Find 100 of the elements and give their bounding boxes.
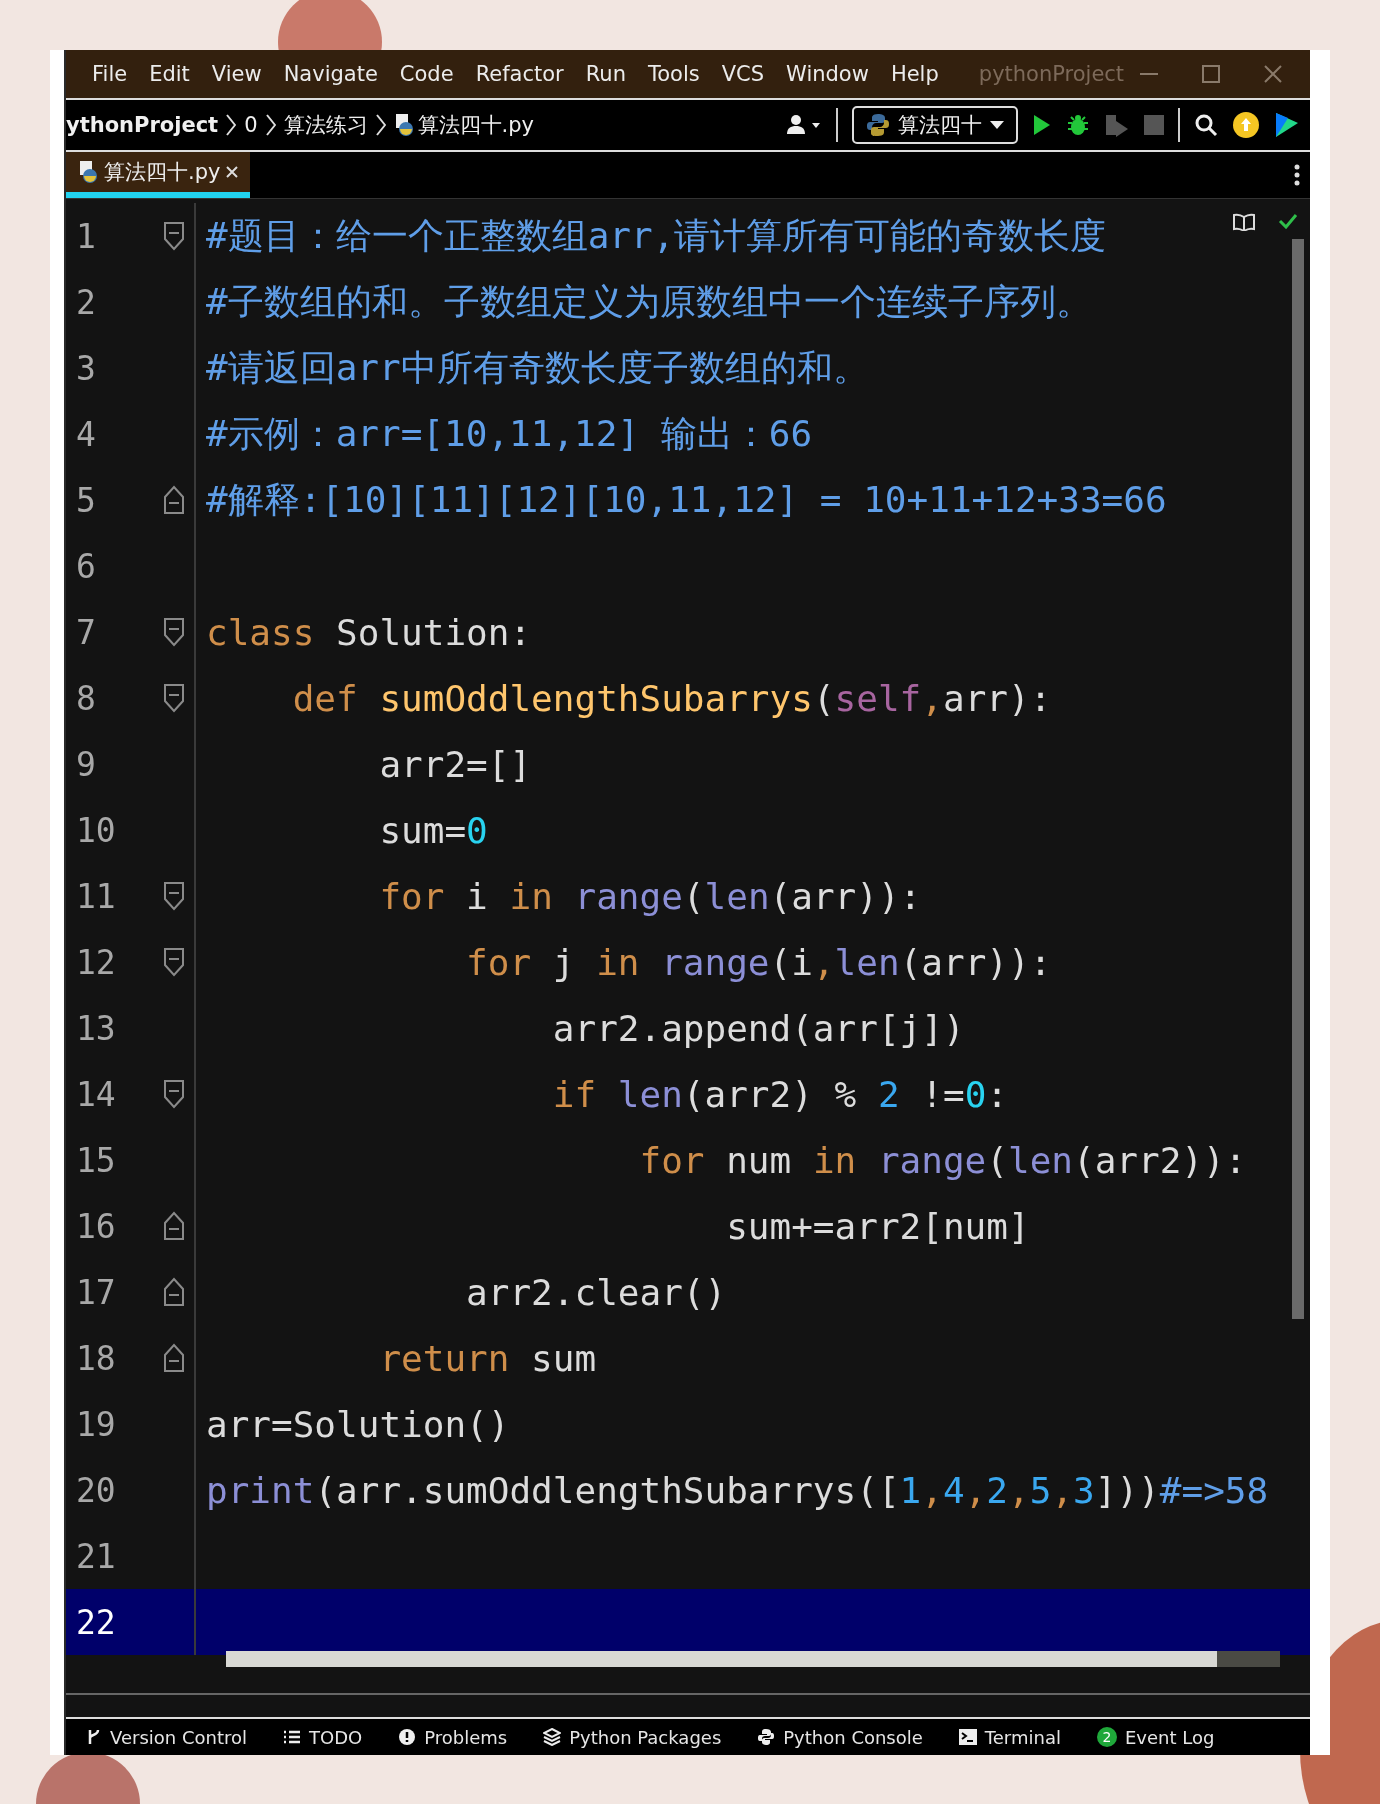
run-configuration-dropdown[interactable]: 算法四十 [852,106,1018,144]
code-line: return sum [378,1337,597,1379]
line-number: 19 [75,1404,117,1444]
tool-window-button[interactable]: Python Packages [543,1726,722,1748]
list-icon [283,1729,301,1745]
more-options-icon[interactable] [1294,164,1300,186]
code-line: print(arr.sumOddlengthSubarrys([1,4,2,5,3]))#=>58 [206,1469,1269,1511]
code-line: arr2=[] [378,743,532,785]
fold-icon[interactable] [163,947,185,977]
unfold-icon[interactable] [163,1277,185,1307]
code-line: arr2.clear() [465,1271,727,1313]
code-line: class Solution: [206,611,532,653]
code-line: #子数组的和。子数组定义为原数组中一个连续子序列。 [206,279,1092,324]
menu-item[interactable]: View [203,58,270,90]
line-number: 15 [75,1140,117,1180]
line-number: 1 [75,216,97,256]
line-number: 12 [75,942,117,982]
horizontal-scrollbar[interactable] [226,1651,1280,1667]
line-number: 18 [75,1338,117,1378]
menu-item[interactable]: Window [778,58,877,90]
line-number: 16 [75,1206,117,1246]
menu-item[interactable]: VCS [713,58,773,90]
code-line: if len(arr2) % 2 !=0: [551,1073,1008,1115]
code-line: arr=Solution() [206,1403,510,1445]
line-number: 4 [75,414,97,454]
code-line: #请返回arr中所有奇数长度子数组的和。 [206,345,869,390]
user-dropdown-icon[interactable] [786,114,822,136]
tool-window-button[interactable]: Python Console [757,1726,923,1748]
line-number: 2 [75,282,97,322]
checkmark-icon [1278,213,1298,229]
line-number: 5 [75,480,97,520]
tool-window-button[interactable]: Version Control [86,1726,247,1748]
code-line: #示例：arr=[10,11,12] 输出：66 [206,411,813,456]
line-number: 22 [75,1602,117,1642]
code-line: #题目：给一个正整数组arr,请计算所有可能的奇数长度 [206,213,1107,258]
code-line: #解释:[10][11][12][10,11,12] = 10+11+12+33=66 [206,477,1167,522]
scrollbar[interactable] [1292,239,1304,1319]
search-icon[interactable] [1194,113,1218,137]
menu-item[interactable]: File [84,58,136,90]
menu-item[interactable]: Refactor [467,58,572,90]
line-number: 21 [75,1536,117,1576]
fold-icon[interactable] [163,617,185,647]
line-number: 3 [75,348,97,388]
book-icon[interactable] [1232,213,1256,231]
fold-icon[interactable] [163,221,185,251]
maximize-icon[interactable] [1202,65,1220,83]
code-line: for j in range(i,len(arr)): [465,941,1052,983]
unfold-icon[interactable] [163,1211,185,1241]
breadcrumb-item[interactable]: 0 [244,113,258,137]
fold-icon[interactable] [163,683,185,713]
menu-item[interactable]: Help [882,58,947,90]
line-number: 8 [75,678,97,718]
minimize-icon[interactable] [1140,72,1158,76]
fold-icon[interactable] [163,881,185,911]
code-line: arr2.append(arr[j]) [551,1007,965,1049]
line-number: 10 [75,810,117,850]
code-line: def sumOddlengthSubarrys(self,arr): [291,677,1052,719]
code-line: sum+=arr2[num] [725,1205,1030,1247]
python-icon [866,113,890,137]
branch-icon [86,1728,102,1746]
python-icon [757,1728,776,1746]
breadcrumb-item[interactable]: 算法练习 [283,111,368,139]
terminal-icon [958,1729,977,1745]
unfold-icon[interactable] [163,1343,185,1373]
menu-item[interactable]: Edit [141,58,198,90]
notification-badge: 2 [1096,1727,1117,1747]
file-tab[interactable]: 算法四十.py [66,152,251,198]
code-line: sum=0 [378,809,488,851]
run-icon[interactable] [1032,113,1052,137]
chevron-icon [265,114,276,136]
tool-window-button[interactable]: Problems [398,1726,508,1748]
menu-item[interactable]: Run [577,58,634,90]
line-number: 20 [75,1470,117,1510]
line-number: 6 [75,546,97,586]
python-file-icon [78,161,98,183]
coverage-icon[interactable] [1104,113,1130,137]
chevron-icon [375,114,386,136]
breadcrumb-item[interactable]: ythonProject [66,113,219,137]
unfold-icon[interactable] [163,485,185,515]
line-number: 7 [75,612,97,652]
menu-item[interactable]: Tools [640,58,708,90]
tool-window-button[interactable]: Terminal [958,1726,1061,1748]
menu-item[interactable]: Code [391,58,462,90]
app-logo-icon[interactable] [1274,111,1300,139]
bug-icon[interactable] [1066,113,1090,137]
caret-icon [990,121,1004,129]
line-number: 13 [75,1008,117,1048]
line-number: 17 [75,1272,117,1312]
update-icon[interactable] [1232,111,1260,139]
code-line: for num in range(len(arr2)): [638,1139,1247,1181]
tool-window-button[interactable]: TODO [283,1726,363,1748]
fold-icon[interactable] [163,1079,185,1109]
python-file-icon [393,114,414,136]
breadcrumb-item[interactable]: 算法四十.py [417,111,534,139]
layers-icon [543,1728,562,1746]
menu-item[interactable]: Navigate [275,58,386,90]
code-line: for i in range(len(arr)): [378,875,922,917]
tool-window-button[interactable]: 2 Event Log [1096,1726,1215,1748]
line-number: 11 [75,876,117,916]
chevron-icon [226,114,237,136]
